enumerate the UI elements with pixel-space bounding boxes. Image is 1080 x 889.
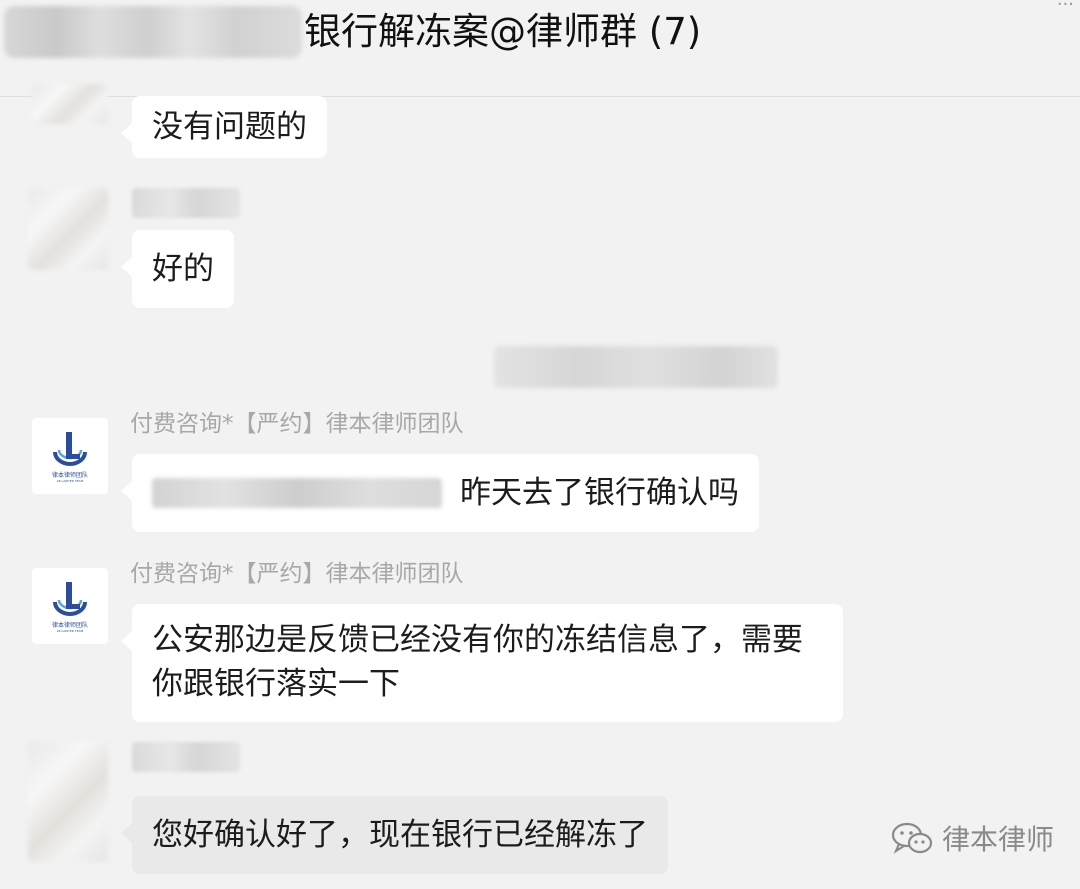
message-text: 昨天去了银行确认吗 [460,475,739,511]
chat-title: 银行解冻案@律师群 (7) [304,10,702,53]
sender-name: 付费咨询*【严约】律本律师团队 [130,411,464,437]
logo-sublabel: LB LAWYER TEAM [56,478,84,483]
message-bubble[interactable]: 您好确认好了，现在银行已经解冻了 [121,796,668,874]
sender-name: 付费咨询*【严约】律本律师团队 [130,561,464,587]
watermark-text: 律本律师 [942,823,1055,856]
message-text-line: 你跟银行落实一下 [152,666,400,702]
blurred-group-prefix [4,6,302,58]
wechat-icon [891,822,933,854]
chat-header: 银行解冻案@律师群 (7) ··· [0,0,1080,97]
message-bubble[interactable]: 好的 [121,230,234,308]
blurred-mention [152,478,442,508]
message-bubble[interactable]: 没有问题的 [121,96,327,158]
message-bubble[interactable]: 昨天去了银行确认吗 [121,454,759,532]
avatar[interactable]: 律本律师团队 LB LAWYER TEAM [32,568,108,644]
message-text: 没有问题的 [152,109,307,145]
logo-label: 律本律师团队 [51,471,88,479]
message-text: 您好确认好了，现在银行已经解冻了 [152,817,648,853]
blurred-sender-name [132,188,240,218]
avatar[interactable]: 律本律师团队 LB LAWYER TEAM [32,418,108,494]
logo-label: 律本律师团队 [51,621,88,629]
avatar[interactable] [32,84,108,124]
lawfirm-logo-icon [53,431,87,466]
message-text: 好的 [152,251,214,287]
avatar[interactable] [28,742,108,862]
ellipsis-icon[interactable]: ··· [1057,0,1074,14]
message-bubble[interactable]: 公安那边是反馈已经没有你的冻结信息了，需要 你跟银行落实一下 [121,604,843,722]
logo-sublabel: LB LAWYER TEAM [56,628,84,633]
blurred-timestamp [494,346,778,388]
blurred-sender-name [132,742,240,772]
avatar[interactable] [28,188,108,270]
lawfirm-logo-icon [53,581,87,616]
message-text-line: 公安那边是反馈已经没有你的冻结信息了，需要 [152,622,803,658]
watermark: 律本律师 [890,818,1054,858]
